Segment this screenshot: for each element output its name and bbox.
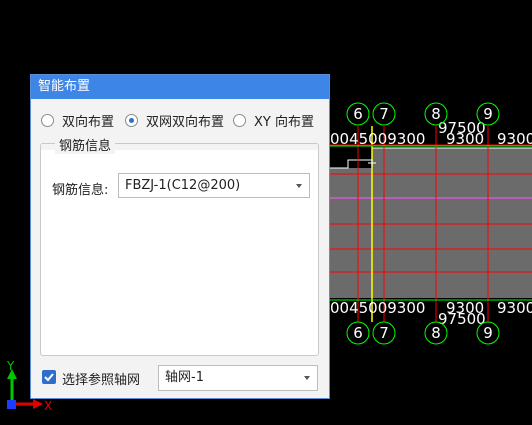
axis-label-top: 6	[346, 102, 370, 126]
radio-double-net-bidirectional[interactable]: 双网双向布置	[125, 111, 225, 130]
svg-text:6: 6	[353, 324, 363, 342]
rebar-info-group: 钢筋信息 钢筋信息: FBZJ-1(C12@200)	[40, 135, 319, 356]
dim-text-top: 0045009300	[330, 130, 425, 148]
ucs-y-label: Y	[6, 360, 15, 373]
rebar-info-value: FBZJ-1(C12@200)	[125, 178, 241, 193]
radio-indicator-selected	[125, 113, 138, 127]
radio-label: XY 向布置	[254, 114, 314, 130]
chevron-down-icon	[296, 183, 302, 188]
axis-label-top: 9	[476, 102, 500, 126]
dialog-title: 智能布置	[31, 75, 329, 99]
dim-total-top: 97500	[438, 119, 486, 137]
reference-grid-checkbox[interactable]	[42, 370, 56, 384]
ucs-x-label: X	[44, 399, 52, 413]
placement-mode-group: 双向布置 双网双向布置 XY 向布置	[41, 111, 329, 130]
reference-grid-value: 轴网-1	[165, 370, 204, 385]
axis-label-bottom: 9	[476, 321, 500, 345]
rebar-info-select[interactable]: FBZJ-1(C12@200)	[118, 173, 310, 198]
slab-notch	[330, 148, 372, 168]
radio-label: 双向布置	[62, 114, 115, 130]
dim-total-bottom: 97500	[438, 310, 486, 328]
svg-text:7: 7	[379, 105, 389, 123]
svg-text:8: 8	[431, 324, 441, 342]
rebar-info-label: 钢筋信息:	[52, 183, 109, 198]
axis-label-top: 7	[372, 102, 396, 126]
radio-xy-direction[interactable]: XY 向布置	[233, 111, 314, 130]
slab-region	[330, 148, 532, 298]
svg-text:9: 9	[483, 324, 493, 342]
group-legend: 钢筋信息	[55, 135, 116, 154]
radio-bidirectional[interactable]: 双向布置	[41, 111, 115, 130]
radio-label: 双网双向布置	[146, 114, 225, 130]
chevron-down-icon	[304, 376, 310, 380]
reference-grid-label: 选择参照轴网	[62, 373, 141, 388]
axis-label-bottom: 7	[372, 321, 396, 345]
dim-text-bottom: 0045009300	[330, 299, 425, 317]
dim-text-bottom: 9300	[497, 299, 532, 317]
axis-label-top: 8	[424, 102, 448, 126]
svg-text:6: 6	[353, 105, 363, 123]
reference-grid-row: 选择参照轴网 轴网-1	[42, 365, 321, 391]
axis-label-bottom: 6	[346, 321, 370, 345]
svg-text:8: 8	[431, 105, 441, 123]
checkmark-icon	[44, 373, 54, 382]
radio-indicator	[41, 113, 54, 127]
svg-text:9: 9	[483, 105, 493, 123]
axis-label-bottom: 8	[424, 321, 448, 345]
reference-grid-select[interactable]: 轴网-1	[158, 365, 318, 391]
svg-text:7: 7	[379, 324, 389, 342]
radio-indicator	[233, 113, 246, 127]
smart-placement-dialog: 智能布置 双向布置 双网双向布置 XY 向布置 钢筋信息 钢筋信息: FBZJ-…	[30, 74, 330, 399]
dim-text-top: 9300	[497, 130, 532, 148]
